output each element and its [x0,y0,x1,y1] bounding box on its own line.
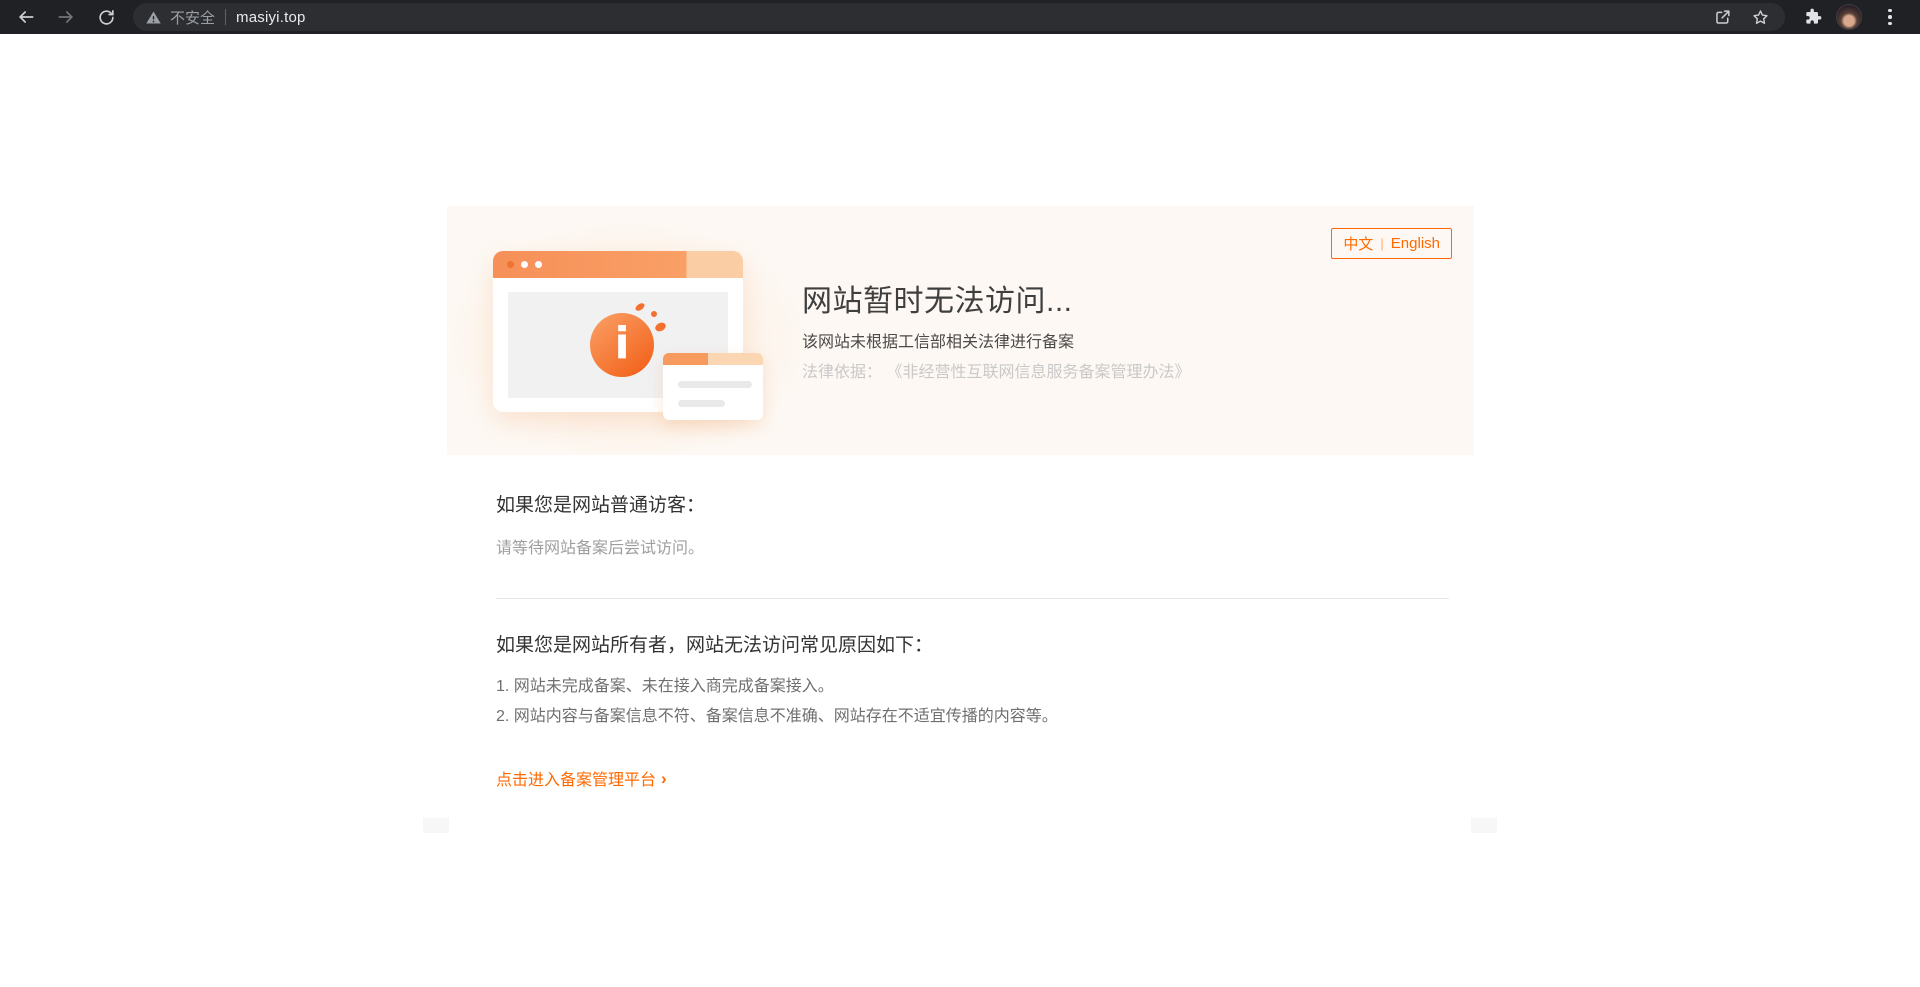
browser-menu-button[interactable] [1876,3,1904,31]
chevron-right-icon: › [661,770,667,787]
visitor-section-body: 请等待网站备案后尝试访问。 [496,534,704,558]
owner-section-title: 如果您是网站所有者，网站无法访问常见原因如下： [496,630,933,657]
small-window-illustration [663,353,763,420]
visitor-section-title: 如果您是网站普通访客： [496,490,705,517]
avatar-photo [1836,4,1862,30]
profile-avatar[interactable] [1835,3,1863,31]
spark-decoration [651,311,657,317]
url-text: masiyi.top [236,9,306,26]
forward-arrow-icon [56,7,76,27]
bookmark-button[interactable] [1747,4,1773,30]
back-button[interactable] [12,3,40,31]
reload-button[interactable] [92,3,120,31]
corner-accent-left [423,818,449,833]
placeholder-line [678,400,725,407]
legal-basis-text: 法律依据： 《非经营性互联网信息服务备案管理办法》 [802,358,1190,382]
share-button[interactable] [1709,4,1735,30]
lang-option-chinese[interactable]: 中文 [1343,233,1373,254]
lang-separator: | [1380,236,1383,251]
section-divider [496,598,1449,599]
security-label: 不安全 [170,7,215,28]
hero-banner: i 中文 | English 网站暂时无法访问... 该网站未根据工信部相关法律… [447,206,1474,455]
placeholder-line [678,381,752,388]
page-title: 网站暂时无法访问... [802,276,1073,320]
omnibox-separator [225,9,226,25]
language-toggle[interactable]: 中文 | English [1331,228,1452,259]
address-bar[interactable]: 不安全 masiyi.top [133,3,1785,31]
corner-accent-right [1471,818,1497,833]
illustration-titlebar [493,251,743,278]
share-icon [1713,8,1732,27]
forward-button[interactable] [52,3,80,31]
reason-item-1: 1. 网站未完成备案、未在接入商完成备案接入。 [496,672,834,696]
star-icon [1751,8,1770,27]
beian-platform-link-label[interactable]: 点击进入备案管理平台 [496,766,656,790]
extensions-button[interactable] [1799,3,1827,31]
back-arrow-icon [16,7,36,27]
not-secure-warning-icon [145,9,162,26]
reload-icon [97,8,116,27]
browser-toolbar: 不安全 masiyi.top [0,0,1920,34]
beian-platform-link[interactable]: 点击进入备案管理平台 › [496,766,667,790]
lang-option-english[interactable]: English [1391,235,1440,252]
kebab-menu-icon [1888,9,1892,13]
puzzle-icon [1803,7,1823,27]
reason-item-2: 2. 网站内容与备案信息不符、备案信息不准确、网站存在不适宜传播的内容等。 [496,702,1058,726]
info-icon: i [590,313,654,377]
page-subtitle: 该网站未根据工信部相关法律进行备案 [802,328,1074,352]
